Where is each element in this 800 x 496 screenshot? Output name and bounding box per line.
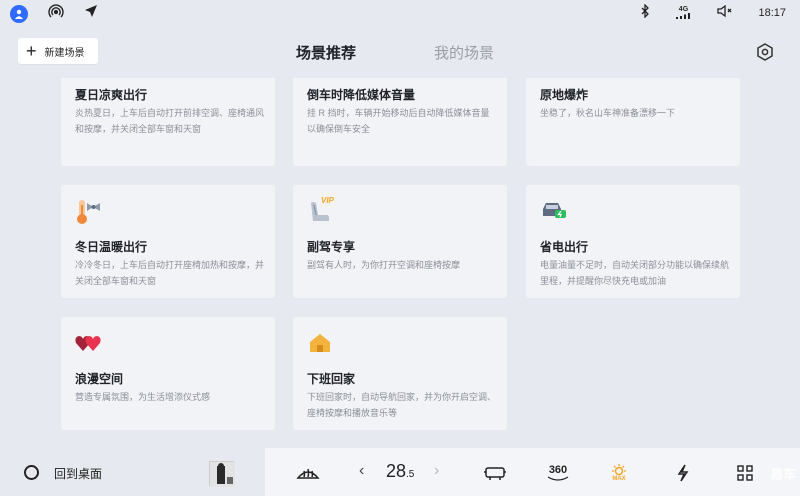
card-desc: 挂 R 挡时，车辆开始移动后自动降低媒体音量以确保倒车安全: [307, 108, 490, 134]
car-seat-icon[interactable]: [483, 462, 507, 484]
scene-card-explode[interactable]: 原地爆炸 坐稳了，秋名山车神准备漂移一下: [526, 78, 740, 166]
scene-card-passenger[interactable]: VIP 副驾专享 副驾有人时，为你打开空调和座椅按摩: [293, 185, 507, 298]
scene-card-power-save[interactable]: 省电出行 电量油量不足时，自动关闭部分功能以确保续航里程，并提醒你尽快充电或加油: [526, 185, 740, 298]
card-title: 下班回家: [307, 372, 356, 386]
scene-card-go-home[interactable]: 下班回家 下班回家时，自动导航回家，并为你开启空调、座椅按摩和播放音乐等: [293, 317, 507, 430]
bluetooth-icon[interactable]: [640, 3, 650, 21]
view-360-button[interactable]: 360: [545, 462, 571, 484]
card-desc: 副驾有人时，为你打开空调和座椅按摩: [307, 260, 461, 270]
max-label: MAX: [612, 476, 626, 482]
volume-mute-icon[interactable]: [716, 4, 732, 21]
navigation-arrow-icon[interactable]: [84, 4, 98, 23]
defrost-icon[interactable]: [295, 462, 321, 484]
scene-card-reverse-volume[interactable]: 倒车时降低媒体音量 挂 R 挡时，车辆开始移动后自动降低媒体音量以确保倒车安全: [293, 78, 507, 166]
card-desc: 营造专属氛围，为生活增添仪式感: [75, 392, 211, 402]
temperature-readout: 28.5: [386, 461, 414, 482]
hearts-icon: [75, 331, 105, 360]
scene-card-winter[interactable]: 冬日温暖出行 冷冷冬日，上车后自动打开座椅加热和按摩，并关闭全部车窗和天窗: [61, 185, 275, 298]
card-title: 冬日温暖出行: [75, 240, 148, 254]
status-bar: 4G 18:17: [0, 0, 800, 26]
scene-card-grid: 夏日凉爽出行 炎热夏日，上车后自动打开前排空调、座椅通风和按摩，并关闭全部车窗和…: [0, 78, 800, 448]
card-title: 省电出行: [540, 240, 589, 254]
watermark: 易车: [769, 467, 796, 482]
album-cover-thumbnail[interactable]: [209, 461, 235, 487]
status-left: [10, 3, 98, 24]
home-circle-icon: [24, 465, 39, 480]
seat-vip-icon: VIP: [307, 196, 341, 230]
card-title: 原地爆炸: [540, 88, 589, 102]
bottom-dock: 回到桌面 ‹ 28.5 › 360 MAX: [0, 448, 800, 496]
clock: 18:17: [758, 6, 786, 19]
hotspot-icon[interactable]: [48, 3, 64, 24]
card-title: 倒车时降低媒体音量: [307, 88, 416, 102]
card-desc: 下班回家时，自动导航回家，并为你开启空调、座椅按摩和播放音乐等: [307, 392, 497, 418]
card-desc: 炎热夏日，上车后自动打开前排空调、座椅通风和按摩，并关闭全部车窗和天窗: [75, 108, 265, 134]
user-icon[interactable]: [10, 4, 28, 23]
status-right: 4G 18:17: [640, 3, 786, 21]
thermometer-heat-icon: [75, 199, 103, 230]
new-scene-button[interactable]: + 新建场景: [18, 38, 98, 64]
new-scene-label: 新建场景: [44, 47, 85, 59]
max-defrost-button[interactable]: MAX: [608, 462, 630, 484]
temperature-down-icon[interactable]: ‹: [359, 462, 364, 480]
card-desc: 冷冷冬日，上车后自动打开座椅加热和按摩，并关闭全部车窗和天窗: [75, 260, 265, 286]
house-icon: [307, 331, 333, 360]
card-title: 夏日凉爽出行: [75, 88, 148, 102]
settings-icon[interactable]: [755, 42, 775, 62]
tab-my-scenes[interactable]: 我的场景: [434, 42, 494, 63]
tab-recommended[interactable]: 场景推荐: [296, 42, 356, 63]
view-360-label: 360: [548, 463, 568, 476]
scene-card-romantic[interactable]: 浪漫空间 营造专属氛围，为生活增添仪式感: [61, 317, 275, 430]
card-title: 浪漫空间: [75, 372, 124, 386]
card-desc: 坐稳了，秋名山车神准备漂移一下: [540, 108, 676, 118]
scene-tabs: 场景推荐 我的场景: [296, 42, 494, 63]
car-battery-icon: [540, 199, 568, 230]
home-label: 回到桌面: [54, 467, 103, 481]
grid-apps-icon[interactable]: [735, 462, 755, 484]
temperature-int: 28: [386, 461, 407, 481]
signal-4g-icon: 4G: [676, 6, 691, 19]
card-desc: 电量油量不足时，自动关闭部分功能以确保续航里程，并提醒你尽快充电或加油: [540, 260, 730, 286]
signal-label: 4G: [678, 6, 689, 13]
scene-card-summer[interactable]: 夏日凉爽出行 炎热夏日，上车后自动打开前排空调、座椅通风和按摩，并关闭全部车窗和…: [61, 78, 275, 166]
temperature-dec: .5: [406, 469, 415, 480]
temperature-up-icon[interactable]: ›: [434, 462, 439, 480]
home-button[interactable]: 回到桌面: [0, 448, 265, 496]
lightning-icon[interactable]: [673, 462, 693, 484]
card-title: 副驾专享: [307, 240, 356, 254]
vip-badge: VIP: [321, 196, 334, 205]
climate-controls: ‹ 28.5 › 360 MAX: [265, 448, 800, 496]
plus-icon: +: [26, 41, 37, 61]
